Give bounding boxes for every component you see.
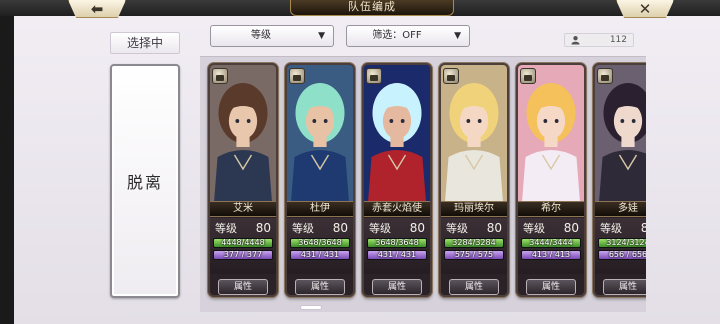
unit-name: 杜伊 (287, 201, 353, 217)
unit-card-list[interactable]: 艾米 等级 80 4448/4448 377 / 377 属性 杜伊 等级 80… (200, 56, 646, 312)
mp-bar: 575 / 575 (444, 250, 504, 260)
unit-name: 赤套火焰使 (364, 201, 430, 217)
unit-stats: 等级 80 3284/3284 575 / 575 (441, 218, 507, 274)
character-portrait (595, 65, 646, 205)
unit-card[interactable]: 希尔 等级 80 3444/3444 413 / 413 属性 (516, 63, 586, 297)
page-indicator (300, 305, 322, 310)
attribute-button[interactable]: 属性 (449, 279, 499, 295)
level-value: 80 (641, 221, 646, 236)
hp-bar: 4448/4448 (213, 238, 273, 248)
page-title: 队伍编成 (290, 0, 454, 16)
hp-bar: 3284/3284 (444, 238, 504, 248)
unit-type-icon (597, 68, 613, 84)
mp-bar: 656 / 656 (598, 250, 646, 260)
unit-count-box: 112 (564, 33, 634, 47)
unit-type-icon (289, 68, 305, 84)
unit-name: 艾米 (210, 201, 276, 217)
unit-count: 112 (609, 35, 627, 45)
attribute-button[interactable]: 属性 (526, 279, 576, 295)
mp-bar: 431 / 431 (367, 250, 427, 260)
unit-type-icon (366, 68, 382, 84)
unit-stats: 等级 80 4448/4448 377 / 377 (210, 218, 276, 274)
filter-dropdown-label: 筛选：OFF (372, 30, 422, 41)
selecting-label: 选择中 (110, 32, 180, 54)
unit-card[interactable]: 杜伊 等级 80 3648/3648 431 / 431 属性 (285, 63, 355, 297)
mp-bar: 377 / 377 (213, 250, 273, 260)
unit-name: 希尔 (518, 201, 584, 217)
level-row: 等级 80 (213, 221, 273, 236)
level-value: 80 (255, 221, 271, 235)
unit-name: 多娃 (595, 201, 646, 217)
unit-card[interactable]: 赤套火焰使 等级 80 3648/3648 431 / 431 属性 (362, 63, 432, 297)
character-portrait (287, 65, 353, 205)
attribute-button[interactable]: 属性 (295, 279, 345, 295)
hp-bar: 3124/3124 (598, 238, 646, 248)
unit-type-icon (443, 68, 459, 84)
unit-card[interactable]: 艾米 等级 80 4448/4448 377 / 377 属性 (208, 63, 278, 297)
close-button[interactable]: ✕ (616, 0, 674, 18)
user-icon (571, 36, 580, 45)
level-value: 80 (563, 221, 579, 235)
unit-type-icon (212, 68, 228, 84)
screen-edge (0, 0, 14, 324)
level-row: 等级 80 (367, 221, 427, 236)
level-label: 等级 (215, 222, 237, 235)
close-icon: ✕ (638, 0, 652, 18)
attribute-button[interactable]: 属性 (218, 279, 268, 295)
attribute-button[interactable]: 属性 (372, 279, 422, 295)
level-row: 等级 80 (290, 221, 350, 236)
mp-bar: 431 / 431 (290, 250, 350, 260)
attribute-button[interactable]: 属性 (603, 279, 646, 295)
back-arrow-icon: ⬅ (90, 0, 104, 18)
unit-stats: 等级 80 3124/3124 656 / 656 (595, 218, 646, 274)
mp-bar: 413 / 413 (521, 250, 581, 260)
filter-dropdown[interactable]: 筛选：OFF ▼ (346, 25, 470, 47)
level-label: 等级 (369, 222, 391, 235)
sort-dropdown-label: 等级 (251, 30, 271, 41)
character-portrait (364, 65, 430, 205)
chevron-down-icon: ▼ (318, 31, 325, 41)
unit-stats: 等级 80 3444/3444 413 / 413 (518, 218, 584, 274)
level-row: 等级 80 (444, 221, 504, 236)
level-value: 80 (332, 221, 348, 235)
leave-button[interactable]: 脱离 (110, 64, 180, 298)
level-label: 等级 (600, 222, 622, 235)
level-label: 等级 (292, 222, 314, 235)
level-label: 等级 (446, 222, 468, 235)
unit-type-icon (520, 68, 536, 84)
level-value: 80 (409, 221, 425, 235)
unit-stats: 等级 80 3648/3648 431 / 431 (364, 218, 430, 274)
chevron-down-icon: ▼ (454, 31, 461, 41)
level-row: 等级 80 (521, 221, 581, 236)
level-label: 等级 (523, 222, 545, 235)
unit-name: 玛丽埃尔 (441, 201, 507, 217)
hp-bar: 3444/3444 (521, 238, 581, 248)
level-row: 等级 80 (598, 221, 646, 236)
character-portrait (441, 65, 507, 205)
unit-card[interactable]: 多娃 等级 80 3124/3124 656 / 656 属性 (593, 63, 646, 297)
sort-dropdown[interactable]: 等级 ▼ (210, 25, 334, 47)
hp-bar: 3648/3648 (290, 238, 350, 248)
character-portrait (518, 65, 584, 205)
unit-card[interactable]: 玛丽埃尔 等级 80 3284/3284 575 / 575 属性 (439, 63, 509, 297)
character-portrait (210, 65, 276, 205)
hp-bar: 3648/3648 (367, 238, 427, 248)
back-button[interactable]: ⬅ (68, 0, 126, 18)
unit-stats: 等级 80 3648/3648 431 / 431 (287, 218, 353, 274)
level-value: 80 (486, 221, 502, 235)
